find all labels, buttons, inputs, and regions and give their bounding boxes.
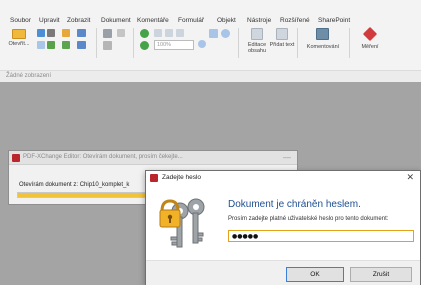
minimize-icon[interactable]: — [283, 153, 291, 162]
menu-item-nastroje[interactable]: Nástroje [247, 17, 271, 24]
password-input[interactable] [228, 230, 414, 242]
edit-content-icon [251, 28, 263, 40]
zoom-in-icon[interactable] [140, 29, 149, 38]
comment-icon [316, 28, 329, 40]
measure-icon [362, 26, 378, 42]
measure-button[interactable]: Měření [355, 26, 385, 60]
back-icon[interactable] [209, 29, 218, 38]
toolbar: Otevřít... 100% Editace obsahu Přidat te… [0, 26, 421, 68]
folder-icon [12, 29, 26, 39]
password-dialog: Zadejte heslo ✕ Dokument je chráněn hesl… [145, 170, 421, 285]
password-dialog-titlebar: Zadejte heslo ✕ [146, 171, 420, 185]
menu-item-objekt[interactable]: Objekt [217, 17, 236, 24]
password-dialog-body: Dokument je chráněn heslem. Prosím zadej… [146, 185, 420, 260]
view-label: Žádné zobrazení [6, 73, 52, 79]
fit-page-icon[interactable] [154, 29, 162, 37]
actual-size-icon[interactable] [176, 29, 184, 37]
comment-label: Komentování [306, 44, 340, 50]
scan-icon[interactable] [37, 41, 45, 49]
zoom-out-icon[interactable] [140, 41, 149, 50]
app-logo-icon [150, 174, 158, 182]
app-window: Soubor Upravit Zobrazit Dokument Komentá… [0, 0, 421, 285]
password-prompt: Prosím zadejte platné uživatelské heslo … [228, 216, 389, 222]
edit-content-label: Editace obsahu [247, 42, 267, 54]
open-label: Otevřít... [8, 41, 30, 47]
menu-item-formular[interactable]: Formulář [178, 17, 204, 24]
redo-icon[interactable] [77, 41, 86, 49]
edit-content-button[interactable]: Editace obsahu [244, 28, 270, 60]
print-icon[interactable] [47, 29, 55, 37]
toolbar-separator [349, 28, 350, 58]
menu-item-sharepoint[interactable]: SharePoint [318, 17, 350, 24]
password-dialog-footer: OK Zrušit [146, 260, 420, 285]
snapshot-icon[interactable] [103, 41, 112, 50]
menu-item-zobrazit[interactable]: Zobrazit [67, 17, 90, 24]
measure-label: Měření [361, 44, 379, 50]
undo-icon[interactable] [77, 29, 86, 37]
zoom-dropdown[interactable]: 100% [154, 40, 194, 50]
toolbar-separator [133, 28, 134, 58]
open-button[interactable]: Otevřít... [8, 28, 30, 52]
add-text-label: Přidat text [269, 42, 295, 48]
progress-window-title: PDF-XChange Editor: Otevírám dokument, p… [23, 154, 183, 160]
close-icon[interactable]: ✕ [406, 172, 414, 183]
menu-item-soubor[interactable]: Soubor [10, 17, 31, 24]
add-text-button[interactable]: Přidat text [269, 28, 295, 60]
fit-width-icon[interactable] [165, 29, 173, 37]
opening-message: Otevírám dokument z: Chip10_komplet_k [19, 182, 130, 188]
menu-item-komentare[interactable]: Komentáře [137, 17, 169, 24]
hand-icon[interactable] [62, 29, 70, 37]
view-bar: Žádné zobrazení [0, 70, 421, 82]
menu-bar: Soubor Upravit Zobrazit Dokument Komentá… [0, 17, 421, 27]
toolbar-separator [238, 28, 239, 58]
ok-button[interactable]: OK [286, 267, 344, 282]
keys-lock-icon [159, 198, 205, 248]
password-dialog-title: Zadejte heslo [162, 174, 202, 181]
progress-window-titlebar: PDF-XChange Editor: Otevírám dokument, p… [9, 151, 297, 165]
zoom-plus-icon[interactable] [198, 40, 206, 48]
forward-icon[interactable] [221, 29, 230, 38]
rotate-icon[interactable] [117, 29, 125, 37]
menu-item-dokument[interactable]: Dokument [101, 17, 131, 24]
comment-button[interactable]: Komentování [302, 28, 344, 60]
select-icon[interactable] [62, 41, 70, 49]
ribbon: Soubor Upravit Zobrazit Dokument Komentá… [0, 0, 421, 82]
save-icon[interactable] [37, 29, 45, 37]
email-icon[interactable] [47, 41, 55, 49]
app-logo-icon [12, 154, 20, 162]
password-dialog-heading: Dokument je chráněn heslem. [228, 199, 361, 210]
toolbar-separator [96, 28, 97, 58]
menu-item-rozsirene[interactable]: Rozšířené [280, 17, 310, 24]
toolbar-separator [297, 28, 298, 58]
menu-item-upravit[interactable]: Upravit [39, 17, 60, 24]
add-text-icon [276, 28, 288, 40]
text-select-icon[interactable] [103, 29, 112, 38]
cancel-button[interactable]: Zrušit [350, 267, 412, 282]
